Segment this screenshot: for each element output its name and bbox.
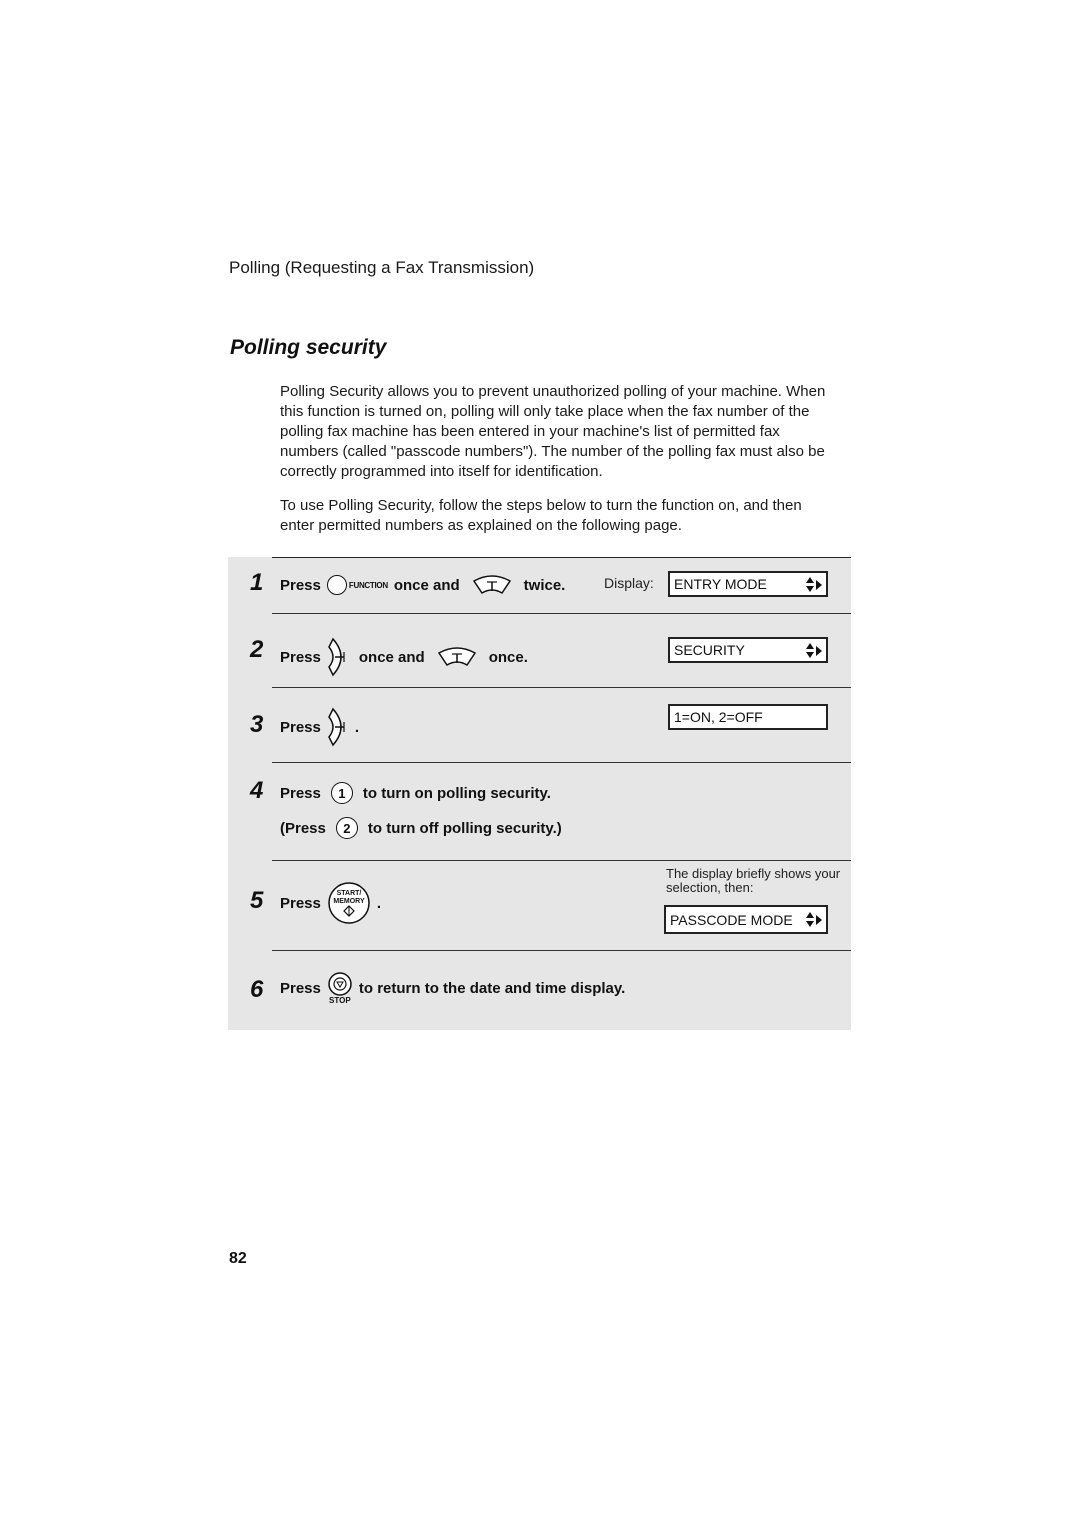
intro-paragraph: To use Polling Security, follow the step… <box>280 497 802 534</box>
page-number: 82 <box>229 1250 247 1267</box>
step-number: 4 <box>250 777 264 804</box>
intro-paragraph: Polling Security allows you to prevent u… <box>280 383 826 480</box>
function-key-label: FUNCTION <box>348 580 388 590</box>
step-number: 6 <box>250 976 264 1003</box>
step-number: 1 <box>250 569 264 596</box>
lcd-display: 1=ON, 2=OFF <box>668 704 828 730</box>
step-3-instruction: Press . <box>280 707 359 747</box>
scroll-arrows-icon <box>805 642 823 660</box>
step-text: . <box>376 894 382 912</box>
svg-text:MEMORY: MEMORY <box>333 898 365 905</box>
right-arrow-key-icon <box>327 707 353 747</box>
function-key-icon: FUNCTION <box>326 575 388 595</box>
display-note: The display briefly shows your selection… <box>666 866 841 895</box>
step-4-instruction: Press 1 to turn on polling security. <box>280 782 551 804</box>
steps-panel: 1 Press FUNCTION once and twice. Display… <box>228 557 851 1030</box>
number-key-1-icon: 1 <box>330 782 353 804</box>
lcd-text: SECURITY <box>674 642 745 658</box>
step-number: 2 <box>250 636 264 663</box>
press-label: (Press <box>280 819 326 837</box>
start-memory-key-icon: START/ MEMORY <box>327 881 371 925</box>
step-text: to return to the date and time display. <box>358 979 626 997</box>
press-label: Press <box>280 576 321 594</box>
down-arrow-key-icon <box>472 573 512 597</box>
step-2-instruction: Press once and once. <box>280 637 528 677</box>
intro-text: Polling Security allows you to prevent u… <box>280 382 840 550</box>
lcd-text: 1=ON, 2=OFF <box>674 709 763 725</box>
stop-key-icon: STOP <box>327 971 353 1005</box>
step-text: twice. <box>523 576 566 594</box>
press-label: Press <box>280 648 321 666</box>
divider <box>272 557 851 558</box>
step-6-instruction: Press STOP to return to the date and tim… <box>280 971 625 1005</box>
step-text: . <box>354 718 360 736</box>
step-text: once. <box>488 648 528 666</box>
lcd-display: PASSCODE MODE <box>664 905 828 934</box>
section-header: Polling (Requesting a Fax Transmission) <box>229 258 535 277</box>
press-label: Press <box>280 718 321 736</box>
step-number: 3 <box>250 711 264 738</box>
step-text: once and <box>358 648 425 666</box>
step-text: to turn off polling security.) <box>367 819 562 837</box>
divider <box>272 950 851 951</box>
page-title: Polling security <box>230 336 387 359</box>
divider <box>272 762 851 763</box>
press-label: Press <box>280 784 321 802</box>
press-label: Press <box>280 979 321 997</box>
press-label: Press <box>280 894 321 912</box>
divider <box>272 860 851 861</box>
step-text: to turn on polling security. <box>362 784 551 802</box>
step-text: once and <box>393 576 460 594</box>
stop-key-label: STOP <box>329 996 351 1005</box>
step-1-instruction: Press FUNCTION once and twice. <box>280 573 565 597</box>
display-label: Display: <box>604 575 654 591</box>
lcd-display: ENTRY MODE <box>668 571 828 597</box>
scroll-arrows-icon <box>805 576 823 594</box>
step-number: 5 <box>250 887 264 914</box>
scroll-arrows-icon <box>805 911 823 929</box>
step-5-instruction: Press START/ MEMORY . <box>280 881 381 925</box>
step-4-alt-instruction: (Press 2 to turn off polling security.) <box>280 817 562 839</box>
divider <box>272 613 851 614</box>
lcd-text: ENTRY MODE <box>674 576 767 592</box>
lcd-text: PASSCODE MODE <box>670 911 793 928</box>
number-key-2-icon: 2 <box>335 817 358 839</box>
svg-text:START/: START/ <box>336 890 361 897</box>
lcd-display: SECURITY <box>668 637 828 663</box>
down-arrow-key-icon <box>437 645 477 669</box>
right-arrow-key-icon <box>327 637 353 677</box>
divider <box>272 687 851 688</box>
